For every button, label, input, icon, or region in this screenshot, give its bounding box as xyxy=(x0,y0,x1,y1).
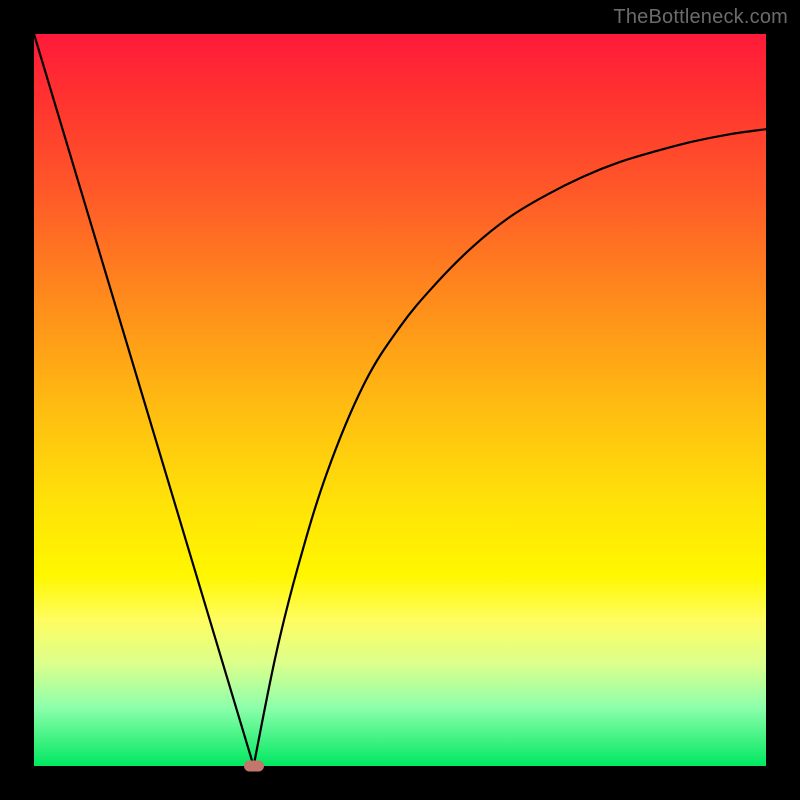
curve-left-branch xyxy=(34,34,254,766)
chart-frame: TheBottleneck.com xyxy=(0,0,800,800)
plot-area xyxy=(34,34,766,766)
curve-right-branch xyxy=(254,129,766,766)
bottleneck-curve xyxy=(34,34,766,766)
watermark-text: TheBottleneck.com xyxy=(613,6,788,29)
minimum-marker xyxy=(244,761,264,772)
